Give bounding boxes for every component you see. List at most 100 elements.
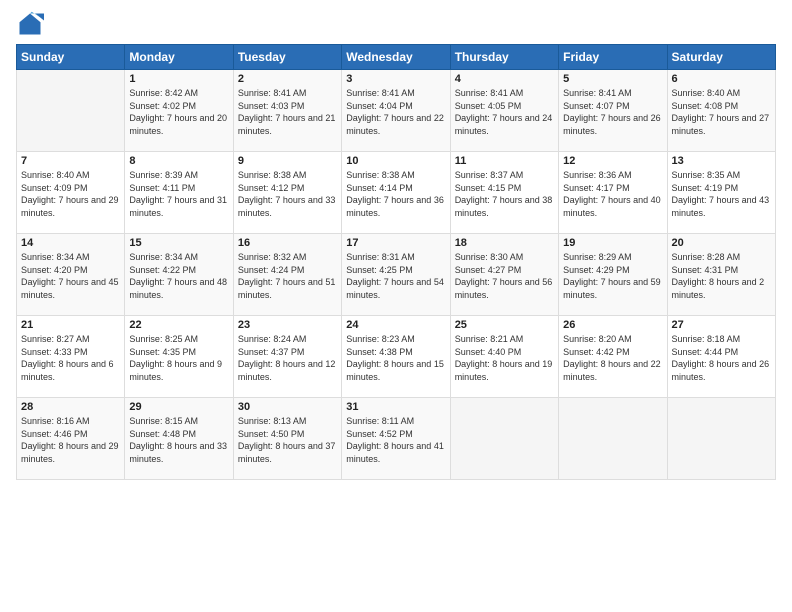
daylight-text: Daylight: 8 hours and 12 minutes.	[238, 359, 336, 382]
day-number: 21	[21, 319, 120, 331]
daylight-text: Daylight: 7 hours and 56 minutes.	[455, 277, 553, 300]
day-number: 23	[238, 319, 337, 331]
sunset-text: Sunset: 4:19 PM	[672, 183, 739, 193]
sunrise-text: Sunrise: 8:34 AM	[129, 252, 198, 262]
daylight-text: Daylight: 8 hours and 29 minutes.	[21, 441, 119, 464]
day-number: 11	[455, 155, 554, 167]
calendar-cell: 28 Sunrise: 8:16 AM Sunset: 4:46 PM Dayl…	[17, 398, 125, 480]
calendar-cell: 25 Sunrise: 8:21 AM Sunset: 4:40 PM Dayl…	[450, 316, 558, 398]
day-number: 3	[346, 73, 445, 85]
calendar-cell: 19 Sunrise: 8:29 AM Sunset: 4:29 PM Dayl…	[559, 234, 667, 316]
sunrise-text: Sunrise: 8:18 AM	[672, 334, 741, 344]
day-info: Sunrise: 8:41 AM Sunset: 4:04 PM Dayligh…	[346, 87, 445, 137]
sunset-text: Sunset: 4:04 PM	[346, 101, 413, 111]
sunset-text: Sunset: 4:40 PM	[455, 347, 522, 357]
daylight-text: Daylight: 7 hours and 51 minutes.	[238, 277, 336, 300]
sunrise-text: Sunrise: 8:25 AM	[129, 334, 198, 344]
sunrise-text: Sunrise: 8:13 AM	[238, 416, 307, 426]
daylight-text: Daylight: 8 hours and 37 minutes.	[238, 441, 336, 464]
daylight-text: Daylight: 8 hours and 15 minutes.	[346, 359, 444, 382]
day-info: Sunrise: 8:38 AM Sunset: 4:12 PM Dayligh…	[238, 169, 337, 219]
day-header-saturday: Saturday	[667, 45, 775, 70]
day-header-tuesday: Tuesday	[233, 45, 341, 70]
calendar-cell: 3 Sunrise: 8:41 AM Sunset: 4:04 PM Dayli…	[342, 70, 450, 152]
page: SundayMondayTuesdayWednesdayThursdayFrid…	[0, 0, 792, 612]
day-info: Sunrise: 8:21 AM Sunset: 4:40 PM Dayligh…	[455, 333, 554, 383]
sunset-text: Sunset: 4:03 PM	[238, 101, 305, 111]
day-info: Sunrise: 8:40 AM Sunset: 4:09 PM Dayligh…	[21, 169, 120, 219]
day-number: 29	[129, 401, 228, 413]
logo-icon	[16, 10, 44, 38]
daylight-text: Daylight: 7 hours and 22 minutes.	[346, 113, 444, 136]
day-number: 13	[672, 155, 771, 167]
sunrise-text: Sunrise: 8:16 AM	[21, 416, 90, 426]
calendar-week-row: 28 Sunrise: 8:16 AM Sunset: 4:46 PM Dayl…	[17, 398, 776, 480]
sunset-text: Sunset: 4:33 PM	[21, 347, 88, 357]
calendar-cell: 17 Sunrise: 8:31 AM Sunset: 4:25 PM Dayl…	[342, 234, 450, 316]
daylight-text: Daylight: 7 hours and 21 minutes.	[238, 113, 336, 136]
day-info: Sunrise: 8:27 AM Sunset: 4:33 PM Dayligh…	[21, 333, 120, 383]
sunset-text: Sunset: 4:50 PM	[238, 429, 305, 439]
logo	[16, 10, 48, 38]
day-number: 12	[563, 155, 662, 167]
sunset-text: Sunset: 4:05 PM	[455, 101, 522, 111]
day-info: Sunrise: 8:37 AM Sunset: 4:15 PM Dayligh…	[455, 169, 554, 219]
sunrise-text: Sunrise: 8:21 AM	[455, 334, 524, 344]
calendar-cell	[450, 398, 558, 480]
day-header-sunday: Sunday	[17, 45, 125, 70]
calendar-cell: 16 Sunrise: 8:32 AM Sunset: 4:24 PM Dayl…	[233, 234, 341, 316]
day-info: Sunrise: 8:39 AM Sunset: 4:11 PM Dayligh…	[129, 169, 228, 219]
day-number: 25	[455, 319, 554, 331]
daylight-text: Daylight: 7 hours and 27 minutes.	[672, 113, 770, 136]
sunset-text: Sunset: 4:25 PM	[346, 265, 413, 275]
sunset-text: Sunset: 4:38 PM	[346, 347, 413, 357]
day-number: 19	[563, 237, 662, 249]
calendar-cell: 12 Sunrise: 8:36 AM Sunset: 4:17 PM Dayl…	[559, 152, 667, 234]
day-number: 7	[21, 155, 120, 167]
day-number: 6	[672, 73, 771, 85]
sunrise-text: Sunrise: 8:38 AM	[346, 170, 415, 180]
sunset-text: Sunset: 4:46 PM	[21, 429, 88, 439]
sunrise-text: Sunrise: 8:40 AM	[672, 88, 741, 98]
calendar-cell	[667, 398, 775, 480]
calendar-cell: 15 Sunrise: 8:34 AM Sunset: 4:22 PM Dayl…	[125, 234, 233, 316]
calendar-cell: 21 Sunrise: 8:27 AM Sunset: 4:33 PM Dayl…	[17, 316, 125, 398]
daylight-text: Daylight: 8 hours and 41 minutes.	[346, 441, 444, 464]
calendar-cell: 22 Sunrise: 8:25 AM Sunset: 4:35 PM Dayl…	[125, 316, 233, 398]
daylight-text: Daylight: 7 hours and 29 minutes.	[21, 195, 119, 218]
calendar-cell: 9 Sunrise: 8:38 AM Sunset: 4:12 PM Dayli…	[233, 152, 341, 234]
day-number: 1	[129, 73, 228, 85]
day-info: Sunrise: 8:24 AM Sunset: 4:37 PM Dayligh…	[238, 333, 337, 383]
day-info: Sunrise: 8:29 AM Sunset: 4:29 PM Dayligh…	[563, 251, 662, 301]
sunset-text: Sunset: 4:37 PM	[238, 347, 305, 357]
sunrise-text: Sunrise: 8:41 AM	[238, 88, 307, 98]
daylight-text: Daylight: 8 hours and 19 minutes.	[455, 359, 553, 382]
day-info: Sunrise: 8:16 AM Sunset: 4:46 PM Dayligh…	[21, 415, 120, 465]
day-number: 28	[21, 401, 120, 413]
daylight-text: Daylight: 7 hours and 54 minutes.	[346, 277, 444, 300]
calendar-cell	[17, 70, 125, 152]
day-number: 30	[238, 401, 337, 413]
calendar-cell: 13 Sunrise: 8:35 AM Sunset: 4:19 PM Dayl…	[667, 152, 775, 234]
daylight-text: Daylight: 7 hours and 20 minutes.	[129, 113, 227, 136]
daylight-text: Daylight: 8 hours and 6 minutes.	[21, 359, 114, 382]
calendar-cell: 18 Sunrise: 8:30 AM Sunset: 4:27 PM Dayl…	[450, 234, 558, 316]
day-number: 14	[21, 237, 120, 249]
calendar-cell: 10 Sunrise: 8:38 AM Sunset: 4:14 PM Dayl…	[342, 152, 450, 234]
calendar-cell	[559, 398, 667, 480]
day-info: Sunrise: 8:20 AM Sunset: 4:42 PM Dayligh…	[563, 333, 662, 383]
sunset-text: Sunset: 4:44 PM	[672, 347, 739, 357]
day-info: Sunrise: 8:40 AM Sunset: 4:08 PM Dayligh…	[672, 87, 771, 137]
day-number: 22	[129, 319, 228, 331]
daylight-text: Daylight: 7 hours and 33 minutes.	[238, 195, 336, 218]
sunset-text: Sunset: 4:22 PM	[129, 265, 196, 275]
day-info: Sunrise: 8:36 AM Sunset: 4:17 PM Dayligh…	[563, 169, 662, 219]
daylight-text: Daylight: 7 hours and 26 minutes.	[563, 113, 661, 136]
day-info: Sunrise: 8:32 AM Sunset: 4:24 PM Dayligh…	[238, 251, 337, 301]
day-info: Sunrise: 8:25 AM Sunset: 4:35 PM Dayligh…	[129, 333, 228, 383]
day-number: 31	[346, 401, 445, 413]
sunrise-text: Sunrise: 8:42 AM	[129, 88, 198, 98]
day-number: 2	[238, 73, 337, 85]
sunset-text: Sunset: 4:31 PM	[672, 265, 739, 275]
sunrise-text: Sunrise: 8:27 AM	[21, 334, 90, 344]
